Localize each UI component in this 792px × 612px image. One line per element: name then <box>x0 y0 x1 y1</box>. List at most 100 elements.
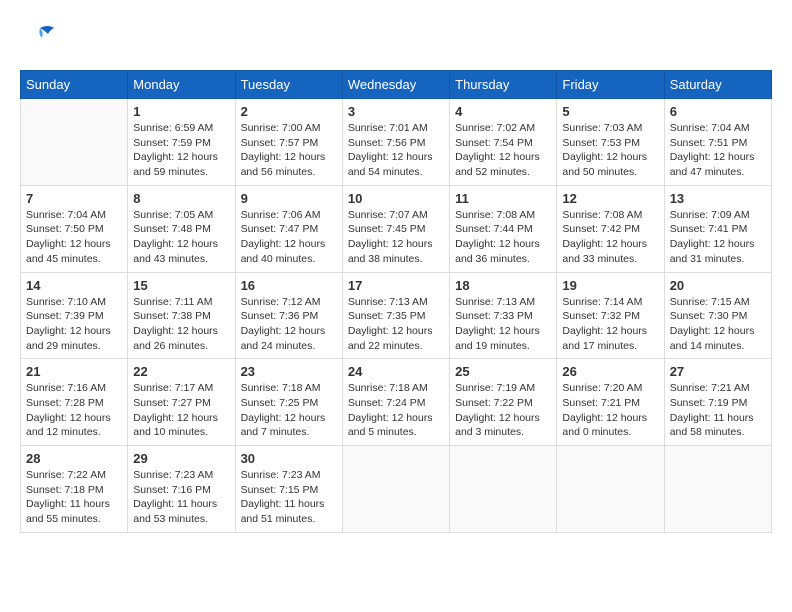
day-number: 6 <box>670 104 766 119</box>
calendar-cell: 27 Sunrise: 7:21 AMSunset: 7:19 PMDayligh… <box>664 359 771 446</box>
day-number: 9 <box>241 191 337 206</box>
calendar-week-row: 28 Sunrise: 7:22 AMSunset: 7:18 PMDayligh… <box>21 446 772 533</box>
day-info: Sunrise: 7:23 AMSunset: 7:15 PMDaylight:… <box>241 468 337 527</box>
day-info: Sunrise: 7:20 AMSunset: 7:21 PMDaylight:… <box>562 381 658 440</box>
calendar-week-row: 14 Sunrise: 7:10 AMSunset: 7:39 PMDayligh… <box>21 272 772 359</box>
day-number: 23 <box>241 364 337 379</box>
day-number: 17 <box>348 278 444 293</box>
calendar-cell: 23 Sunrise: 7:18 AMSunset: 7:25 PMDayligh… <box>235 359 342 446</box>
header-thursday: Thursday <box>450 71 557 99</box>
calendar-cell: 14 Sunrise: 7:10 AMSunset: 7:39 PMDayligh… <box>21 272 128 359</box>
calendar-cell: 2 Sunrise: 7:00 AMSunset: 7:57 PMDaylight… <box>235 99 342 186</box>
calendar-cell: 24Sunrise: 7:18 AMSunset: 7:24 PMDayligh… <box>342 359 449 446</box>
day-number: 19 <box>562 278 658 293</box>
day-info: Sunrise: 7:17 AMSunset: 7:27 PMDaylight:… <box>133 381 229 440</box>
calendar-cell: 15 Sunrise: 7:11 AMSunset: 7:38 PMDayligh… <box>128 272 235 359</box>
day-number: 7 <box>26 191 122 206</box>
day-info: Sunrise: 7:23 AMSunset: 7:16 PMDaylight:… <box>133 468 229 527</box>
day-number: 20 <box>670 278 766 293</box>
day-number: 5 <box>562 104 658 119</box>
day-info: Sunrise: 7:12 AMSunset: 7:36 PMDaylight:… <box>241 295 337 354</box>
day-number: 29 <box>133 451 229 466</box>
day-number: 14 <box>26 278 122 293</box>
day-number: 16 <box>241 278 337 293</box>
calendar-cell: 9Sunrise: 7:06 AMSunset: 7:47 PMDaylight… <box>235 185 342 272</box>
day-info: Sunrise: 7:16 AMSunset: 7:28 PMDaylight:… <box>26 381 122 440</box>
calendar-cell: 16 Sunrise: 7:12 AMSunset: 7:36 PMDayligh… <box>235 272 342 359</box>
calendar-cell <box>450 446 557 533</box>
day-info: Sunrise: 7:14 AMSunset: 7:32 PMDaylight:… <box>562 295 658 354</box>
calendar-cell: 30 Sunrise: 7:23 AMSunset: 7:15 PMDayligh… <box>235 446 342 533</box>
calendar-cell: 5 Sunrise: 7:03 AMSunset: 7:53 PMDaylight… <box>557 99 664 186</box>
day-number: 10 <box>348 191 444 206</box>
calendar-cell: 1 Sunrise: 6:59 AMSunset: 7:59 PMDaylight… <box>128 99 235 186</box>
day-info: Sunrise: 7:19 AMSunset: 7:22 PMDaylight:… <box>455 381 551 440</box>
day-number: 26 <box>562 364 658 379</box>
day-info: Sunrise: 7:09 AMSunset: 7:41 PMDaylight:… <box>670 208 766 267</box>
calendar-cell: 7 Sunrise: 7:04 AMSunset: 7:50 PMDaylight… <box>21 185 128 272</box>
day-info: Sunrise: 7:05 AMSunset: 7:48 PMDaylight:… <box>133 208 229 267</box>
day-number: 24 <box>348 364 444 379</box>
day-info: Sunrise: 7:11 AMSunset: 7:38 PMDaylight:… <box>133 295 229 354</box>
day-number: 11 <box>455 191 551 206</box>
calendar-cell: 29 Sunrise: 7:23 AMSunset: 7:16 PMDayligh… <box>128 446 235 533</box>
calendar-week-row: 1 Sunrise: 6:59 AMSunset: 7:59 PMDaylight… <box>21 99 772 186</box>
day-info: Sunrise: 7:13 AMSunset: 7:35 PMDaylight:… <box>348 295 444 354</box>
day-info: Sunrise: 7:08 AMSunset: 7:44 PMDaylight:… <box>455 208 551 267</box>
day-info: Sunrise: 7:04 AMSunset: 7:50 PMDaylight:… <box>26 208 122 267</box>
calendar-cell: 3Sunrise: 7:01 AMSunset: 7:56 PMDaylight… <box>342 99 449 186</box>
calendar-week-row: 21 Sunrise: 7:16 AMSunset: 7:28 PMDayligh… <box>21 359 772 446</box>
header-tuesday: Tuesday <box>235 71 342 99</box>
header-friday: Friday <box>557 71 664 99</box>
day-number: 21 <box>26 364 122 379</box>
header-saturday: Saturday <box>664 71 771 99</box>
day-info: Sunrise: 7:10 AMSunset: 7:39 PMDaylight:… <box>26 295 122 354</box>
day-number: 15 <box>133 278 229 293</box>
day-number: 27 <box>670 364 766 379</box>
logo-icon <box>20 20 60 60</box>
calendar-cell <box>664 446 771 533</box>
calendar-cell: 12 Sunrise: 7:08 AMSunset: 7:42 PMDayligh… <box>557 185 664 272</box>
day-number: 1 <box>133 104 229 119</box>
day-info: Sunrise: 7:03 AMSunset: 7:53 PMDaylight:… <box>562 121 658 180</box>
day-number: 3 <box>348 104 444 119</box>
day-info: Sunrise: 6:59 AMSunset: 7:59 PMDaylight:… <box>133 121 229 180</box>
page-header <box>20 20 772 60</box>
day-info: Sunrise: 7:15 AMSunset: 7:30 PMDaylight:… <box>670 295 766 354</box>
calendar-cell: 11 Sunrise: 7:08 AMSunset: 7:44 PMDayligh… <box>450 185 557 272</box>
day-number: 12 <box>562 191 658 206</box>
day-info: Sunrise: 7:04 AMSunset: 7:51 PMDaylight:… <box>670 121 766 180</box>
calendar-cell: 17 Sunrise: 7:13 AMSunset: 7:35 PMDayligh… <box>342 272 449 359</box>
calendar-cell: 6 Sunrise: 7:04 AMSunset: 7:51 PMDaylight… <box>664 99 771 186</box>
day-number: 30 <box>241 451 337 466</box>
calendar-cell <box>557 446 664 533</box>
calendar-cell: 28 Sunrise: 7:22 AMSunset: 7:18 PMDayligh… <box>21 446 128 533</box>
calendar-cell <box>21 99 128 186</box>
day-info: Sunrise: 7:21 AMSunset: 7:19 PMDaylight:… <box>670 381 766 440</box>
day-info: Sunrise: 7:08 AMSunset: 7:42 PMDaylight:… <box>562 208 658 267</box>
day-info: Sunrise: 7:13 AMSunset: 7:33 PMDaylight:… <box>455 295 551 354</box>
day-info: Sunrise: 7:18 AMSunset: 7:25 PMDaylight:… <box>241 381 337 440</box>
calendar-cell: 26 Sunrise: 7:20 AMSunset: 7:21 PMDayligh… <box>557 359 664 446</box>
day-number: 4 <box>455 104 551 119</box>
day-info: Sunrise: 7:00 AMSunset: 7:57 PMDaylight:… <box>241 121 337 180</box>
day-number: 2 <box>241 104 337 119</box>
calendar-cell: 20 Sunrise: 7:15 AMSunset: 7:30 PMDayligh… <box>664 272 771 359</box>
day-info: Sunrise: 7:07 AMSunset: 7:45 PMDaylight:… <box>348 208 444 267</box>
calendar-week-row: 7 Sunrise: 7:04 AMSunset: 7:50 PMDaylight… <box>21 185 772 272</box>
day-number: 22 <box>133 364 229 379</box>
calendar-cell: 13Sunrise: 7:09 AMSunset: 7:41 PMDayligh… <box>664 185 771 272</box>
calendar-header-row: SundayMondayTuesdayWednesdayThursdayFrid… <box>21 71 772 99</box>
logo <box>20 20 64 60</box>
day-number: 28 <box>26 451 122 466</box>
calendar-cell: 8 Sunrise: 7:05 AMSunset: 7:48 PMDaylight… <box>128 185 235 272</box>
day-number: 8 <box>133 191 229 206</box>
calendar-cell: 18 Sunrise: 7:13 AMSunset: 7:33 PMDayligh… <box>450 272 557 359</box>
day-number: 25 <box>455 364 551 379</box>
calendar-table: SundayMondayTuesdayWednesdayThursdayFrid… <box>20 70 772 533</box>
day-info: Sunrise: 7:22 AMSunset: 7:18 PMDaylight:… <box>26 468 122 527</box>
calendar-cell: 25 Sunrise: 7:19 AMSunset: 7:22 PMDayligh… <box>450 359 557 446</box>
calendar-cell: 4Sunrise: 7:02 AMSunset: 7:54 PMDaylight… <box>450 99 557 186</box>
header-sunday: Sunday <box>21 71 128 99</box>
day-number: 18 <box>455 278 551 293</box>
